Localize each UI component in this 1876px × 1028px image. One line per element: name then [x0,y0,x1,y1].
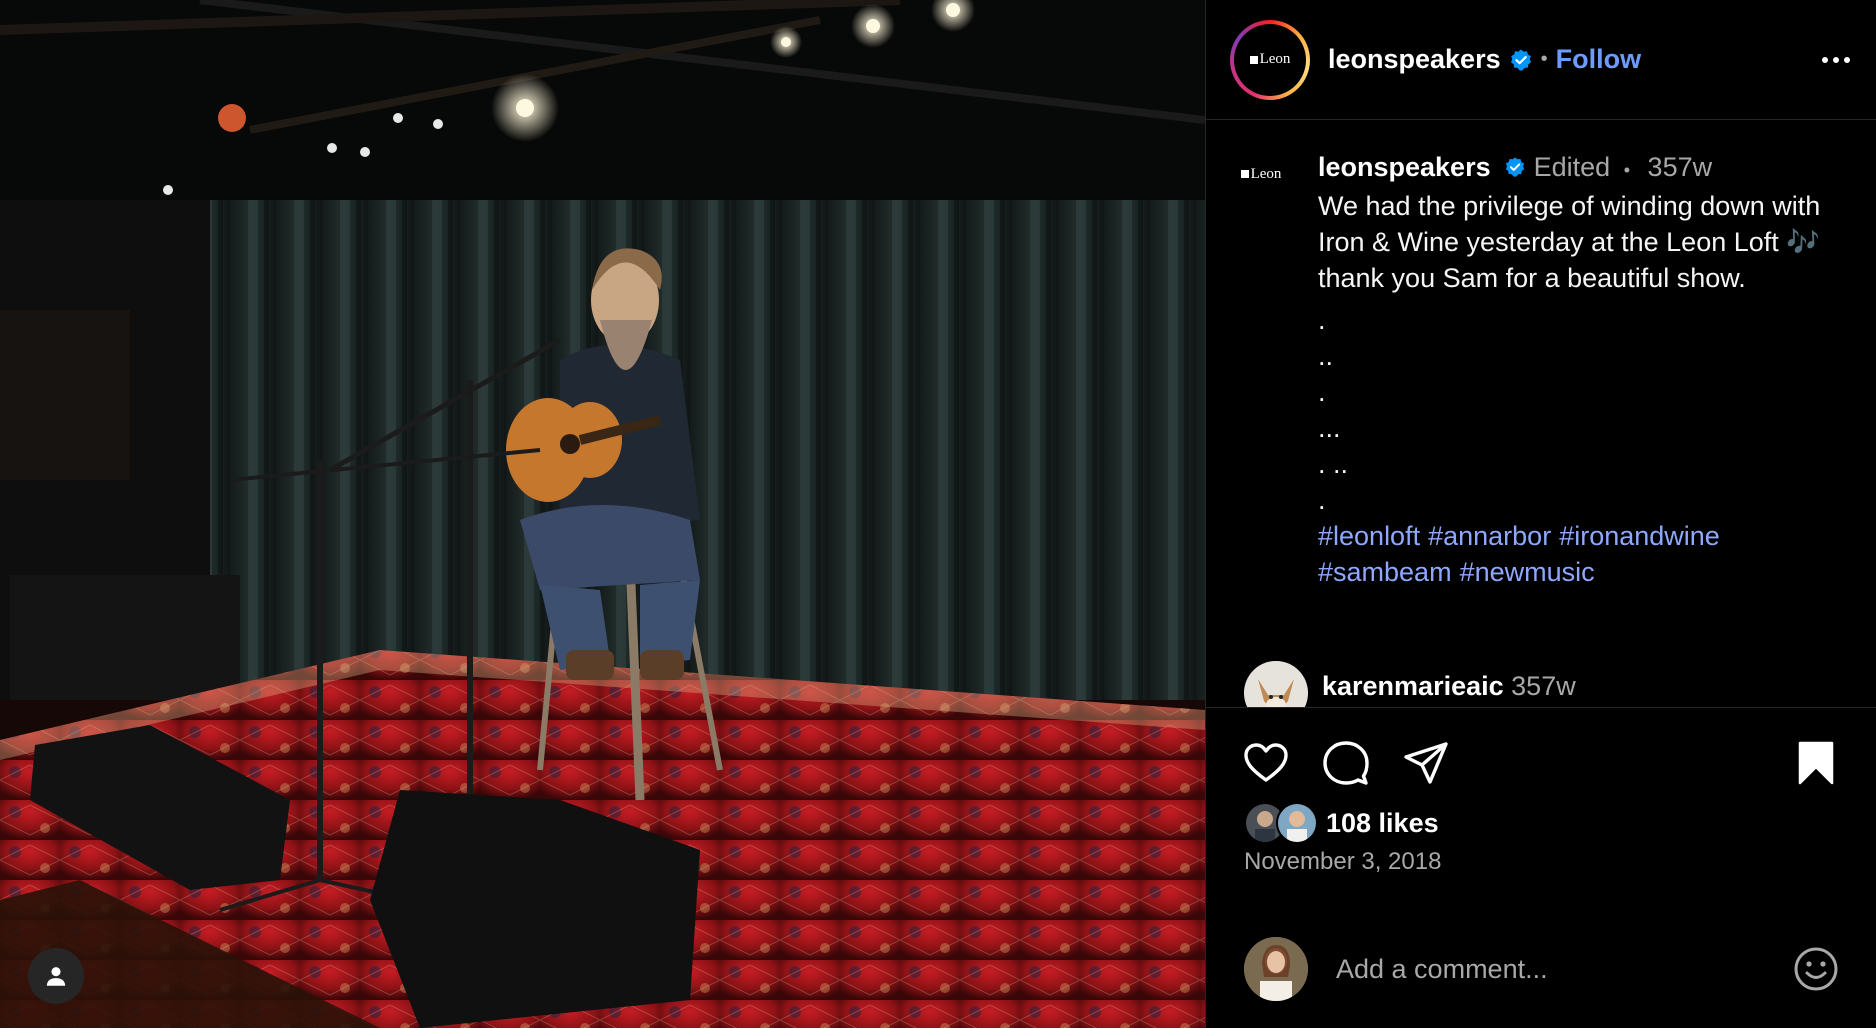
post-date[interactable]: November 3, 2018 [1244,848,1441,876]
edited-label: Edited [1533,152,1611,182]
caption-text: We had the privilege of winding down wit… [1318,191,1821,293]
commenter-avatar[interactable] [1244,661,1308,707]
more-options-icon[interactable] [1822,56,1850,63]
post-actions: 108 likes November 3, 2018 [1206,707,1876,1027]
caption-username[interactable]: leonspeakers [1318,152,1491,182]
verified-badge-icon [1505,157,1525,177]
author-username[interactable]: leonspeakers [1328,44,1501,75]
comment-age: 357w [1511,671,1576,701]
share-icon[interactable] [1402,739,1450,787]
hashtag-link[interactable]: #newmusic [1460,557,1595,587]
hashtag-link[interactable]: #ironandwine [1559,521,1720,551]
comment-input[interactable] [1334,952,1792,986]
caption-separator: • [1623,160,1631,180]
concert-photo-illustration [0,0,1205,1028]
verified-badge-icon [1510,49,1531,71]
hashtag-link[interactable]: #leonloft [1318,521,1420,551]
bookmark-icon[interactable] [1792,739,1840,787]
comments-section[interactable]: Leon leonspeakers Edited • 357w We had t… [1206,121,1876,707]
author-avatar-story-ring[interactable]: Leon [1230,19,1310,100]
likes-count[interactable]: 108 likes [1326,808,1439,839]
leon-logo: Leon [1240,166,1281,183]
caption-body: leonspeakers Edited • 357w We had the pr… [1318,149,1852,590]
emoji-icon[interactable] [1792,945,1840,993]
dog-photo-avatar [1244,661,1308,707]
action-icons-row [1242,738,1840,788]
leon-logo: Leon [1249,51,1290,68]
comment-item: karenmarieaic 357w [1244,661,1576,707]
commenter-username[interactable]: karenmarieaic [1322,671,1504,701]
caption-author-avatar[interactable]: Leon [1230,143,1292,205]
post-photo[interactable] [0,0,1206,1028]
header-separator: • [1540,48,1548,70]
post-side-panel: Leon leonspeakers • Follow Leon leonspea… [1206,0,1876,1028]
heart-icon[interactable] [1242,739,1290,787]
liker-avatar [1276,802,1318,844]
user-tag-icon [46,967,66,986]
post-caption: Leon leonspeakers Edited • 357w We had t… [1230,143,1852,590]
caption-age: 357w [1647,152,1713,182]
instagram-post-modal: Leon leonspeakers • Follow Leon leonspea… [0,0,1876,1028]
comment-icon[interactable] [1322,739,1370,787]
tagged-users-button[interactable] [28,948,84,1004]
likes-summary[interactable]: 108 likes [1244,802,1439,844]
follow-button[interactable]: Follow [1556,44,1641,75]
hashtag-link[interactable]: #sambeam [1318,557,1452,587]
caption-hashtags: #leonloft #annarbor #ironandwine #sambeam #… [1318,518,1852,590]
post-header: Leon leonspeakers • Follow [1206,0,1876,120]
author-avatar: Leon [1234,23,1306,96]
caption-header: leonspeakers Edited • 357w [1318,149,1852,188]
add-comment-bar [1244,934,1840,1004]
hashtag-link[interactable]: #annarbor [1428,521,1551,551]
current-user-avatar[interactable] [1244,937,1308,1001]
caption-filler-lines: . .. . ... . .. . [1318,305,1349,515]
